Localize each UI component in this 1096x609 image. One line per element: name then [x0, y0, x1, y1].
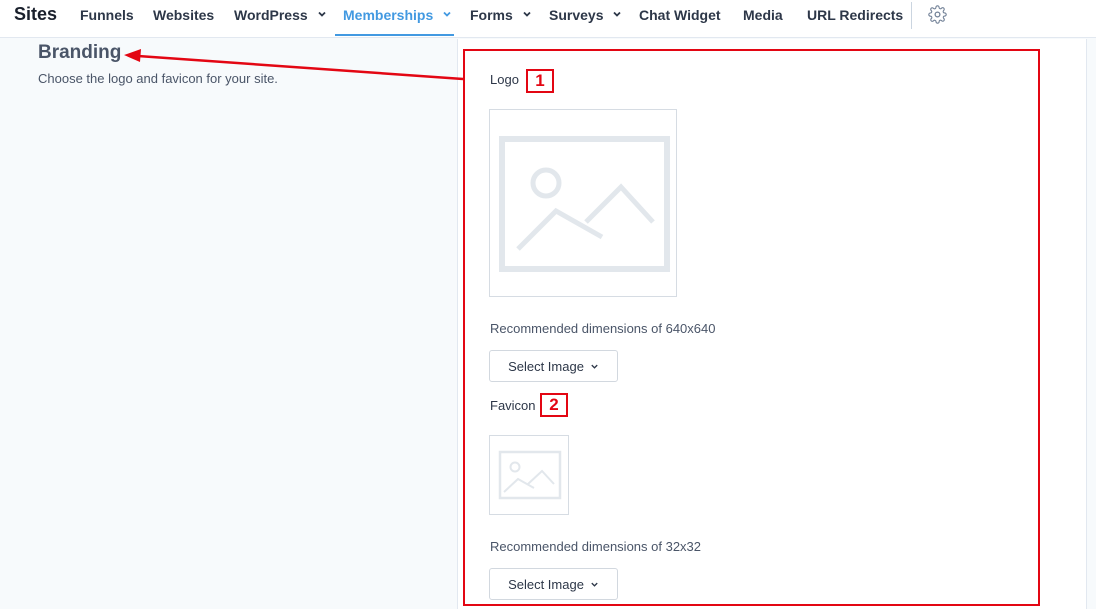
nav-item-label: WordPress [234, 7, 308, 23]
favicon-dimensions: Recommended dimensions of 32x32 [490, 539, 702, 554]
nav-item-label: Chat Widget [639, 7, 721, 23]
top-navigation: Sites Funnels Websites WordPress Members… [0, 0, 1096, 38]
favicon-preview[interactable] [489, 435, 569, 515]
logo-preview[interactable] [489, 109, 677, 297]
nav-item-label: Forms [470, 7, 513, 23]
section-description: Choose the logo and favicon for your sit… [38, 71, 278, 86]
image-placeholder-icon [498, 450, 562, 500]
section-title: Branding [38, 42, 122, 63]
nav-brand: Sites [14, 4, 58, 24]
button-label: Select Image [508, 358, 584, 374]
image-placeholder-icon [499, 136, 670, 272]
active-tab-indicator [335, 34, 454, 36]
chevron-down-icon [591, 364, 598, 369]
favicon-select-image-button[interactable]: Select Image [489, 568, 618, 600]
button-label: Select Image [508, 576, 584, 592]
logo-dimensions: Recommended dimensions of 640x640 [490, 321, 716, 336]
nav-item-memberships[interactable]: Memberships [343, 7, 452, 23]
nav-item-label: URL Redirects [807, 7, 904, 23]
chevron-down-icon [613, 11, 622, 17]
chevron-down-icon [443, 11, 451, 17]
nav-item-surveys[interactable]: Surveys [549, 7, 622, 23]
chevron-down-icon [523, 11, 531, 17]
callout-badge-2: 2 [540, 393, 568, 417]
nav-item-label: Funnels [80, 7, 134, 23]
chevron-down-icon [317, 11, 326, 17]
nav-item-label: Websites [153, 7, 215, 23]
nav-divider [911, 2, 912, 29]
nav-item-funnels[interactable]: Funnels [80, 7, 134, 23]
callout-badge-1: 1 [526, 69, 554, 93]
nav-item-wordpress[interactable]: WordPress [234, 7, 327, 23]
branding-section-header: Branding Choose the logo and favicon for… [38, 42, 278, 86]
gear-icon[interactable] [928, 5, 947, 24]
nav-item-websites[interactable]: Websites [153, 7, 214, 23]
favicon-label: Favicon [490, 398, 536, 413]
nav-item-url-redirects[interactable]: URL Redirects [807, 7, 903, 23]
nav-item-forms[interactable]: Forms [470, 7, 532, 23]
logo-select-image-button[interactable]: Select Image [489, 350, 618, 382]
chevron-down-icon [591, 582, 598, 587]
nav-item-label: Media [743, 7, 783, 23]
nav-item-media[interactable]: Media [743, 7, 783, 23]
nav-item-label: Surveys [549, 7, 604, 23]
nav-item-chat-widget[interactable]: Chat Widget [639, 7, 721, 23]
logo-label: Logo [490, 72, 519, 87]
nav-item-label: Memberships [343, 7, 434, 23]
